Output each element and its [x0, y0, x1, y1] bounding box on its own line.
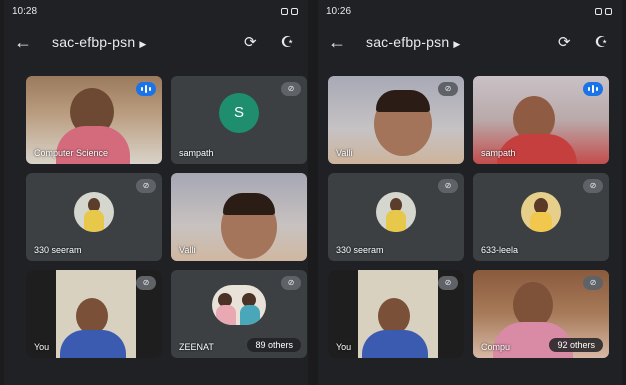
participant-name: Valli — [336, 148, 353, 158]
mic-off-icon: ⊘ — [583, 179, 603, 193]
back-arrow-icon[interactable]: ← — [14, 32, 42, 53]
participant-name: 330 seeram — [34, 245, 82, 255]
participant-tile-valli[interactable]: Valli — [171, 173, 307, 261]
others-count-badge[interactable]: 92 others — [549, 338, 603, 352]
participant-name: Computer Science — [34, 148, 109, 158]
mic-off-icon: ⊘ — [281, 276, 301, 290]
participant-name: 330 seeram — [336, 245, 384, 255]
battery-icon — [605, 7, 612, 15]
meeting-code: sac-efbp-psn — [366, 34, 450, 50]
mic-off-icon: ⊘ — [136, 179, 156, 193]
participant-tile-computer-science[interactable]: Computer Science — [26, 76, 162, 164]
meeting-app-bar: ← sac-efbp-psn ▶ ⟳ ☪ — [4, 24, 308, 60]
mic-off-icon: ⊘ — [438, 82, 458, 96]
participant-tile-others[interactable]: ⊘ Compu 92 others — [473, 270, 609, 358]
speaking-indicator-icon — [583, 82, 603, 96]
participant-name: sampath — [481, 148, 516, 158]
back-arrow-icon[interactable]: ← — [328, 32, 356, 53]
status-bar: 10:28 — [4, 0, 308, 22]
meeting-app-bar: ← sac-efbp-psn ▶ ⟳ ☪ — [318, 24, 622, 60]
mic-off-icon: ⊘ — [438, 179, 458, 193]
headphones-icon[interactable]: ☪ — [595, 33, 608, 51]
status-icons — [281, 7, 298, 15]
participant-tile-sampath[interactable]: S ⊘ sampath — [171, 76, 307, 164]
participant-name: Valli — [179, 245, 196, 255]
others-count-badge[interactable]: 89 others — [247, 338, 301, 352]
mic-off-icon: ⊘ — [281, 82, 301, 96]
mic-off-icon: ⊘ — [136, 276, 156, 290]
participant-name: ZEENAT — [179, 342, 214, 352]
phone-screen-left: 10:28 ← sac-efbp-psn ▶ ⟳ ☪ Computer Scien… — [4, 0, 308, 385]
group-avatar — [212, 285, 266, 326]
meeting-title-button[interactable]: sac-efbp-psn ▶ — [42, 34, 244, 50]
participant-name: sampath — [179, 148, 214, 158]
participant-tile-633-leela[interactable]: ⊘ 633-leela — [473, 173, 609, 261]
avatar: S — [219, 92, 259, 133]
wifi-icon — [595, 7, 602, 15]
caret-right-icon: ▶ — [139, 39, 147, 49]
meeting-code: sac-efbp-psn — [52, 34, 136, 50]
participant-tile-you[interactable]: ⊘ You — [26, 270, 162, 358]
phone-screen-right: 10:26 ← sac-efbp-psn ▶ ⟳ ☪ ⊘ Valli sampat… — [318, 0, 622, 385]
caret-right-icon: ▶ — [453, 39, 461, 49]
avatar — [521, 191, 561, 232]
status-bar: 10:26 — [318, 0, 622, 22]
participant-tile-valli[interactable]: ⊘ Valli — [328, 76, 464, 164]
status-time: 10:28 — [12, 5, 38, 17]
switch-camera-icon[interactable]: ⟳ — [558, 33, 571, 51]
participant-name: You — [34, 342, 50, 352]
switch-camera-icon[interactable]: ⟳ — [244, 33, 257, 51]
battery-icon — [291, 7, 298, 15]
participant-name: Compu — [481, 342, 511, 352]
participant-tile-330-seeram[interactable]: ⊘ 330 seeram — [26, 173, 162, 261]
participant-tile-others[interactable]: ⊘ ZEENAT 89 others — [171, 270, 307, 358]
speaking-indicator-icon — [136, 82, 156, 96]
status-icons — [595, 7, 612, 15]
mic-off-icon: ⊘ — [438, 276, 458, 290]
status-time: 10:26 — [326, 5, 352, 17]
participant-tile-sampath[interactable]: sampath — [473, 76, 609, 164]
headphones-icon[interactable]: ☪ — [281, 33, 294, 51]
participant-grid: ⊘ Valli sampath ⊘ 330 seeram ⊘ 633-leela… — [328, 76, 618, 358]
participant-tile-330-seeram[interactable]: ⊘ 330 seeram — [328, 173, 464, 261]
avatar — [74, 191, 114, 232]
wifi-icon — [281, 7, 288, 15]
meeting-title-button[interactable]: sac-efbp-psn ▶ — [356, 34, 558, 50]
participant-name: You — [336, 342, 352, 352]
participant-grid: Computer Science S ⊘ sampath ⊘ 330 seera… — [26, 76, 308, 358]
participant-name: 633-leela — [481, 245, 519, 255]
participant-tile-you[interactable]: ⊘ You — [328, 270, 464, 358]
avatar — [376, 191, 416, 232]
mic-off-icon: ⊘ — [583, 276, 603, 290]
